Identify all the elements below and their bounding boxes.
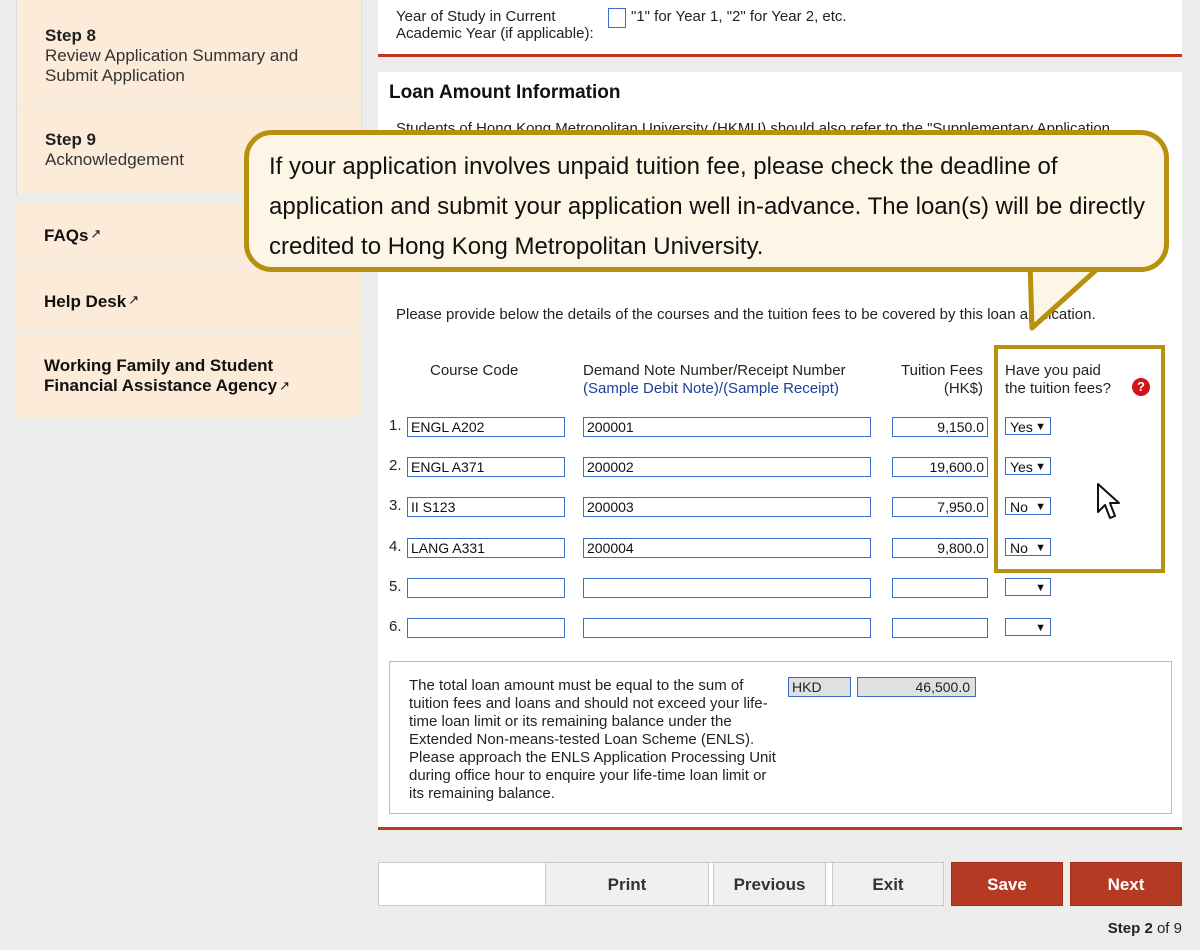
- course-code-input[interactable]: II S123: [407, 497, 565, 517]
- current-step: 2: [1144, 920, 1153, 937]
- paid-value: Yes: [1010, 459, 1033, 475]
- year-of-study-hint: "1" for Year 1, "2" for Year 2, etc.: [631, 8, 847, 25]
- paid-header-line1: Have you paid: [1005, 362, 1101, 379]
- help-icon[interactable]: ?: [1132, 378, 1150, 396]
- header-paid: Have you paid the tuition fees?: [1005, 362, 1111, 398]
- year-of-study-panel: Year of Study in Current Academic Year (…: [378, 0, 1182, 57]
- currency-field: HKD: [788, 677, 851, 697]
- tuition-fee-input[interactable]: 19,600.0: [892, 457, 988, 477]
- tuition-fee-input[interactable]: 9,150.0: [892, 417, 988, 437]
- sample-receipt-link[interactable]: (Sample Receipt): [723, 380, 839, 397]
- save-button[interactable]: Save: [951, 862, 1063, 906]
- demand-note-input[interactable]: [583, 618, 871, 638]
- header-demand-note: Demand Note Number/Receipt Number (Sampl…: [583, 362, 846, 398]
- paid-select[interactable]: ▼: [1005, 618, 1051, 636]
- chevron-down-icon: ▼: [1035, 542, 1046, 554]
- external-link-icon: ↗︎: [279, 378, 290, 393]
- paid-value: Yes: [1010, 419, 1033, 435]
- tutorial-callout: If your application involves unpaid tuit…: [244, 130, 1169, 272]
- demand-note-input[interactable]: 200002: [583, 457, 871, 477]
- step-indicator: Step 2 of 9: [1108, 920, 1182, 937]
- course-code-input[interactable]: ENGL A371: [407, 457, 565, 477]
- paid-value: No: [1010, 499, 1028, 515]
- yos-label-line2: Academic Year (if applicable):: [396, 25, 594, 42]
- next-button[interactable]: Next: [1070, 862, 1182, 906]
- mouse-cursor-icon: [1097, 483, 1120, 519]
- course-code-input[interactable]: [407, 578, 565, 598]
- chevron-down-icon: ▼: [1035, 461, 1046, 473]
- paid-select[interactable]: Yes ▼: [1005, 417, 1051, 435]
- faqs-label: FAQs: [44, 226, 89, 245]
- tuition-fee-input[interactable]: 9,800.0: [892, 538, 988, 558]
- agency-label-line2: Financial Assistance Agency: [44, 376, 278, 395]
- chevron-down-icon: ▼: [1035, 622, 1046, 634]
- header-tuition-fees: Tuition Fees (HK$): [888, 362, 983, 398]
- total-loan-explanation: The total loan amount must be equal to t…: [409, 677, 776, 802]
- paid-value: No: [1010, 540, 1028, 556]
- demand-note-input[interactable]: [583, 578, 871, 598]
- row-number: 6.: [389, 618, 402, 635]
- course-code-input[interactable]: [407, 618, 565, 638]
- paid-select[interactable]: No ▼: [1005, 497, 1051, 515]
- exit-button[interactable]: Exit: [832, 862, 944, 906]
- demand-note-header-text: Demand Note Number/Receipt Number: [583, 362, 846, 379]
- tuition-fee-input[interactable]: [892, 618, 988, 638]
- year-of-study-input[interactable]: [608, 8, 626, 28]
- demand-note-input[interactable]: 200003: [583, 497, 871, 517]
- chevron-down-icon: ▼: [1035, 421, 1046, 433]
- print-button[interactable]: Print: [545, 862, 709, 906]
- step8-label: Step 8: [45, 26, 97, 45]
- total-loan-box: The total loan amount must be equal to t…: [389, 661, 1172, 814]
- help-desk-label: Help Desk: [44, 292, 127, 311]
- course-code-input[interactable]: LANG A331: [407, 538, 565, 558]
- row-number: 2.: [389, 457, 402, 474]
- paid-select[interactable]: ▼: [1005, 578, 1051, 596]
- chevron-down-icon: ▼: [1035, 582, 1046, 594]
- external-link-icon: ↗︎: [90, 226, 102, 241]
- sample-debit-note-link[interactable]: (Sample Debit Note): [583, 380, 719, 397]
- demand-note-input[interactable]: 200001: [583, 417, 871, 437]
- tuition-fee-input[interactable]: 7,950.0: [892, 497, 988, 517]
- chevron-down-icon: ▼: [1035, 501, 1046, 513]
- step8-desc-line2: Submit Application: [45, 66, 185, 85]
- sidebar-link-help-desk[interactable]: Help Desk ↗︎: [16, 268, 362, 334]
- sidebar-item-step8[interactable]: Step 8 Review Application Summary and Su…: [16, 0, 362, 108]
- row-number: 4.: [389, 538, 402, 555]
- tuition-header-line2: (HK$): [943, 380, 983, 397]
- callout-text: If your application involves unpaid tuit…: [269, 153, 1146, 260]
- row-number: 1.: [389, 417, 402, 434]
- agency-label-line1: Working Family and Student: [44, 356, 274, 375]
- yos-label-line1: Year of Study in Current: [396, 8, 556, 25]
- paid-header-line2: the tuition fees?: [1005, 380, 1111, 397]
- sidebar-link-agency[interactable]: Working Family and Student Financial Ass…: [16, 334, 362, 420]
- provide-instructions: Please provide below the details of the …: [396, 306, 1096, 323]
- tuition-fee-input[interactable]: [892, 578, 988, 598]
- year-of-study-label: Year of Study in Current Academic Year (…: [396, 8, 594, 42]
- step8-desc-line1: Review Application Summary and: [45, 46, 299, 65]
- demand-note-input[interactable]: 200004: [583, 538, 871, 558]
- section-title: Loan Amount Information: [389, 82, 621, 103]
- header-course-code: Course Code: [430, 362, 519, 379]
- course-code-input[interactable]: ENGL A202: [407, 417, 565, 437]
- row-number: 3.: [389, 497, 402, 514]
- paid-select[interactable]: No ▼: [1005, 538, 1051, 556]
- step-total: of 9: [1156, 920, 1182, 937]
- step-word: Step: [1107, 920, 1141, 937]
- row-number: 5.: [389, 578, 402, 595]
- paid-select[interactable]: Yes ▼: [1005, 457, 1051, 475]
- previous-button[interactable]: Previous: [713, 862, 826, 906]
- external-link-icon: ↗︎: [128, 292, 140, 307]
- callout-tail: [1010, 262, 1120, 331]
- total-amount-field: 46,500.0: [857, 677, 976, 697]
- tuition-header-line1: Tuition Fees: [901, 362, 983, 379]
